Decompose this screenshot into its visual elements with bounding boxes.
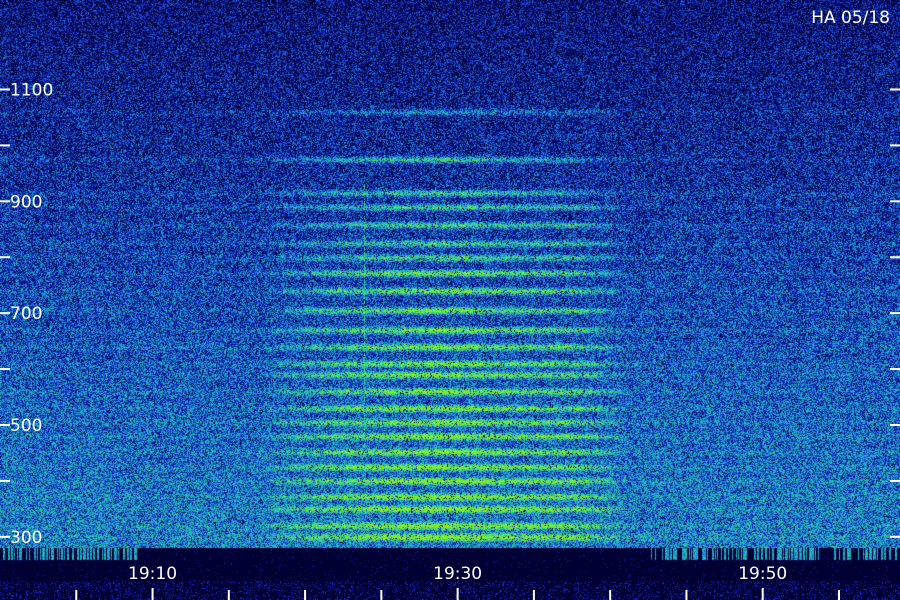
chart-title: HA 05/18	[811, 8, 890, 28]
x-tick-label: 19:30	[433, 564, 482, 584]
x-axis-ticks: 19:10 19:30 19:50	[75, 564, 840, 600]
y-tick-label: 700	[10, 304, 42, 324]
axes-overlay: HA 05/18 1100 900 700 500 300 19:10 19:30 19:5…	[0, 8, 900, 600]
x-tick-label: 19:10	[128, 564, 177, 584]
x-tick-label: 19:50	[738, 564, 787, 584]
y-tick-label: 300	[10, 528, 42, 548]
y-tick-label: 500	[10, 416, 42, 436]
y-axis-ticks: 1100 900 700 500 300	[0, 80, 900, 548]
y-tick-label: 1100	[10, 80, 53, 100]
y-tick-label: 900	[10, 192, 42, 212]
